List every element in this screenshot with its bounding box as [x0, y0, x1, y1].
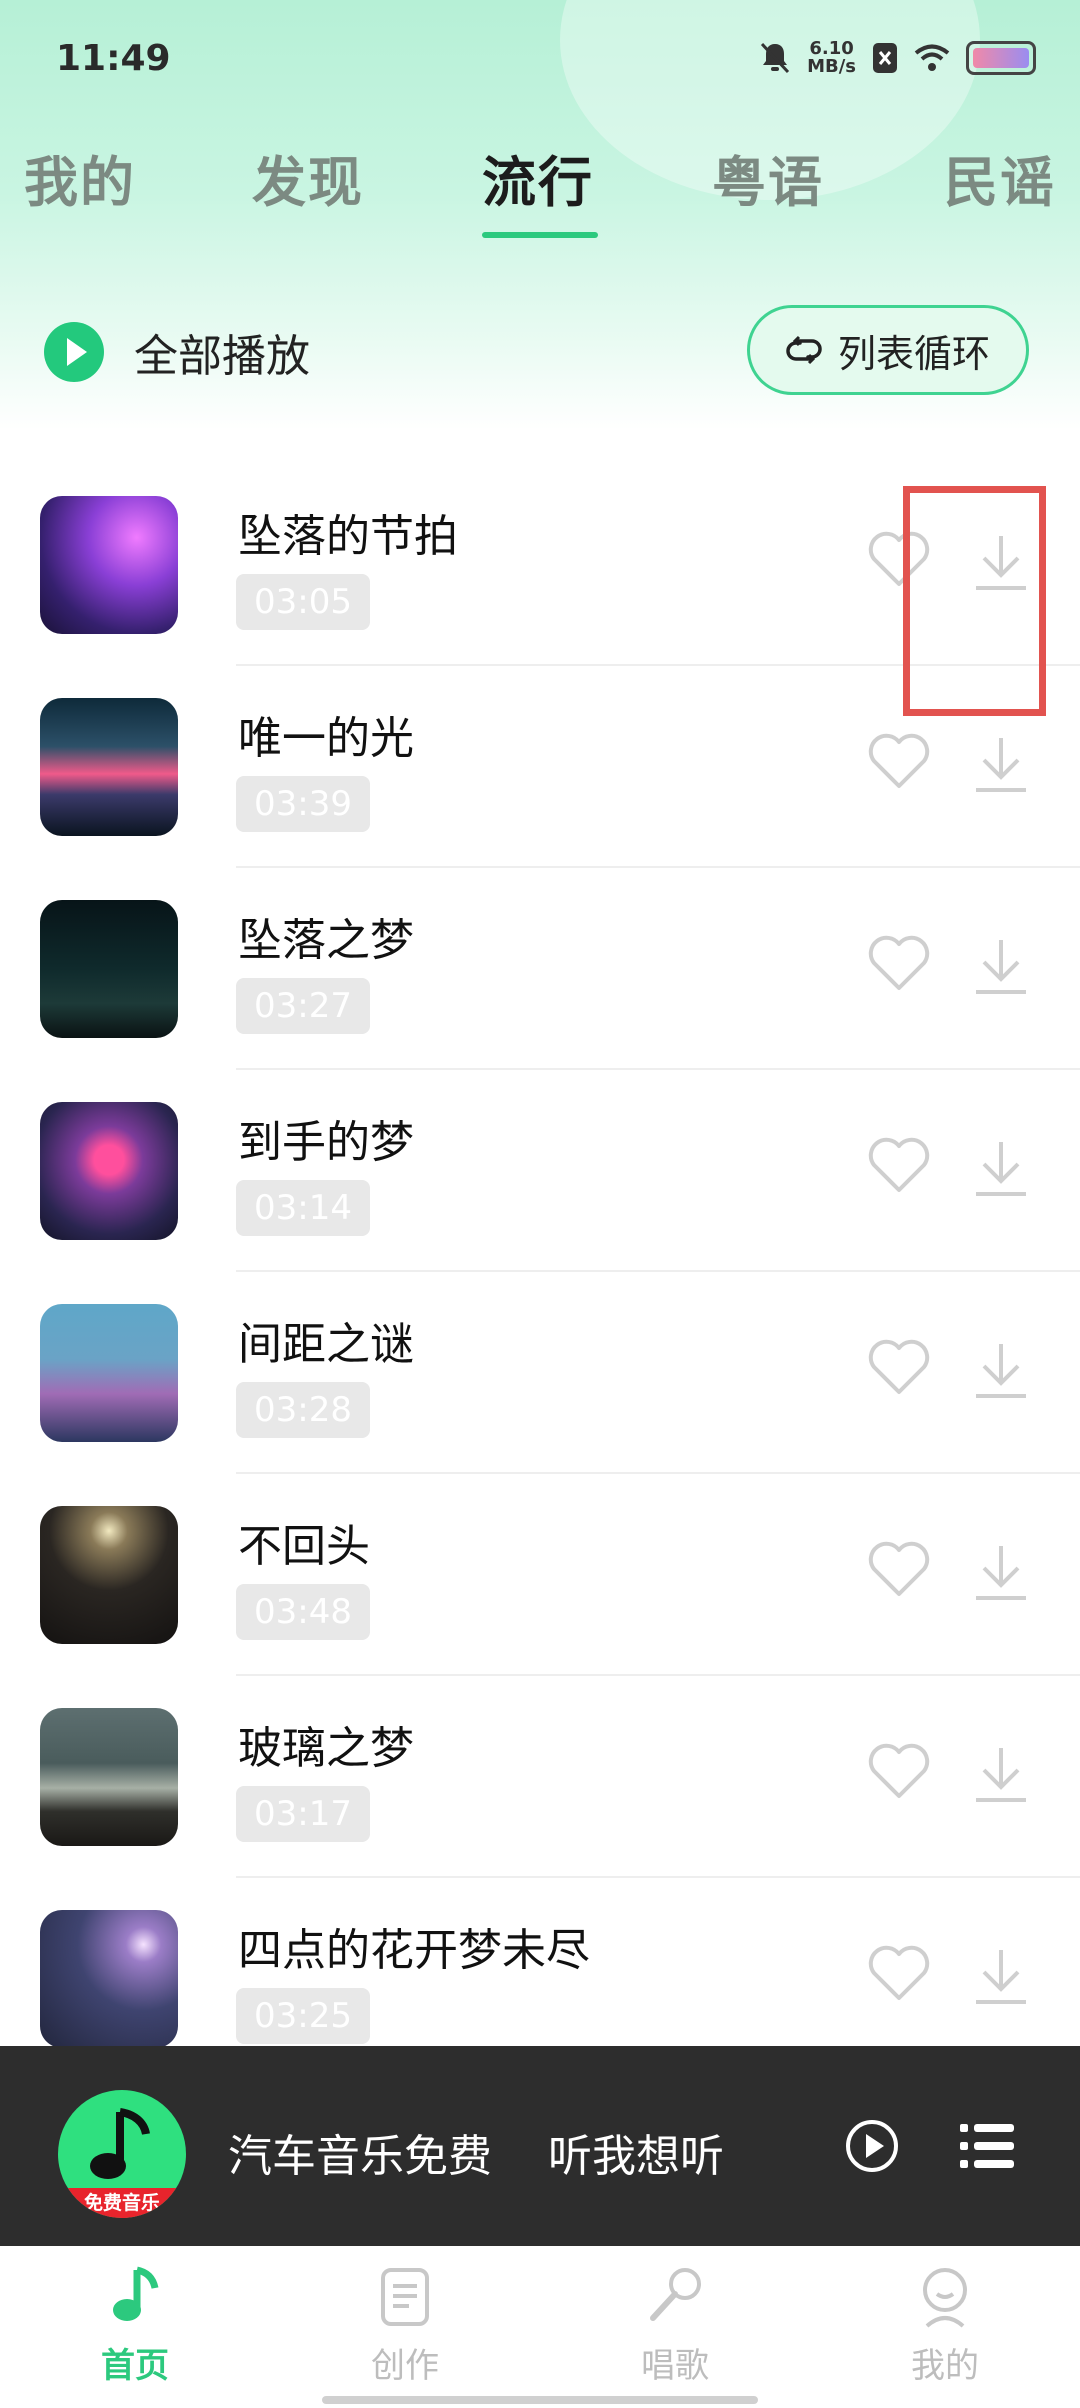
play-all-label: 全部播放 — [134, 331, 310, 382]
status-bar: 11:49 6.10 MB/s — [0, 0, 1080, 120]
nav-sing-label: 唱歌 — [641, 2346, 709, 2386]
loop-icon — [786, 335, 822, 365]
song-row[interactable]: 不回头 03:48 — [0, 1502, 1080, 1704]
album-cover — [40, 1506, 178, 1644]
song-duration: 03:27 — [236, 978, 370, 1034]
active-tab-indicator — [482, 232, 598, 238]
play-all-button[interactable]: 全部播放 — [44, 320, 310, 384]
download-icon[interactable] — [972, 936, 1030, 996]
heart-icon[interactable] — [868, 1540, 930, 1598]
song-row[interactable]: 间距之谜 03:28 — [0, 1300, 1080, 1502]
nav-home-label: 首页 — [101, 2346, 169, 2386]
loop-mode-button[interactable]: 列表循环 — [747, 305, 1029, 395]
wifi-icon — [914, 44, 950, 71]
row-divider — [236, 1876, 1080, 1878]
sim-off-icon — [873, 43, 897, 73]
download-icon[interactable] — [972, 1542, 1030, 1602]
mini-cover-badge: 免费音乐 — [58, 2188, 186, 2218]
bottom-navigation: 首页 创作 唱歌 我的 — [0, 2246, 1080, 2408]
nav-mine[interactable]: 我的 — [855, 2264, 1035, 2387]
song-row[interactable]: 到手的梦 03:14 — [0, 1098, 1080, 1300]
song-title: 到手的梦 — [238, 1117, 414, 1168]
status-time: 11:49 — [56, 38, 171, 79]
song-duration: 03:48 — [236, 1584, 370, 1640]
song-title: 唯一的光 — [238, 713, 414, 764]
loop-mode-label: 列表循环 — [837, 331, 990, 376]
nav-sing[interactable]: 唱歌 — [585, 2264, 765, 2387]
heart-icon[interactable] — [868, 732, 930, 790]
mute-bell-icon — [760, 42, 790, 74]
song-duration: 03:17 — [236, 1786, 370, 1842]
heart-icon[interactable] — [868, 1338, 930, 1396]
net-speed-unit: MB/s — [807, 56, 856, 77]
row-divider — [236, 1068, 1080, 1070]
download-icon[interactable] — [972, 1138, 1030, 1198]
document-icon — [381, 2268, 429, 2326]
song-title: 坠落之梦 — [238, 915, 414, 966]
tab-popular[interactable]: 流行 — [482, 138, 594, 217]
song-duration: 03:39 — [236, 776, 370, 832]
heart-icon[interactable] — [868, 1944, 930, 2002]
download-icon[interactable] — [972, 1340, 1030, 1400]
battery-icon — [966, 41, 1036, 75]
row-divider — [236, 1674, 1080, 1676]
tab-folk[interactable]: 民谣 — [944, 138, 1056, 217]
row-divider — [236, 1472, 1080, 1474]
download-icon[interactable] — [972, 734, 1030, 794]
song-duration: 03:05 — [236, 574, 370, 630]
microphone-icon — [650, 2268, 701, 2321]
music-note-icon — [113, 2266, 159, 2321]
song-title: 坠落的节拍 — [238, 511, 458, 562]
status-icons: 6.10 MB/s — [759, 40, 1036, 76]
row-divider — [236, 866, 1080, 868]
album-cover — [40, 1304, 178, 1442]
album-cover — [40, 1708, 178, 1846]
album-cover — [40, 496, 178, 634]
profile-icon — [923, 2268, 967, 2328]
highlight-box — [903, 486, 1046, 716]
mini-player[interactable]: 免费音乐 汽车音乐免费 听我想听 — [0, 2046, 1080, 2246]
row-divider — [236, 1270, 1080, 1272]
song-title: 间距之谜 — [238, 1319, 414, 1370]
download-icon[interactable] — [972, 1946, 1030, 2006]
heart-icon[interactable] — [868, 934, 930, 992]
nav-create[interactable]: 创作 — [315, 2264, 495, 2387]
heart-icon[interactable] — [868, 1136, 930, 1194]
song-row[interactable]: 唯一的光 03:39 — [0, 694, 1080, 896]
song-duration: 03:28 — [236, 1382, 370, 1438]
playlist-icon[interactable] — [960, 2120, 1014, 2172]
tab-cantonese[interactable]: 粤语 — [712, 138, 824, 217]
album-cover — [40, 900, 178, 1038]
song-title: 四点的花开梦未尽 — [238, 1925, 590, 1976]
list-toolbar: 全部播放 列表循环 — [0, 300, 1080, 410]
mini-player-title: 汽车音乐免费 听我想听 — [228, 2131, 724, 2182]
home-indicator — [322, 2396, 758, 2404]
song-row[interactable]: 玻璃之梦 03:17 — [0, 1704, 1080, 1906]
play-circle-icon[interactable] — [844, 2118, 900, 2174]
download-icon[interactable] — [972, 1744, 1030, 1804]
network-speed: 6.10 MB/s — [807, 40, 856, 76]
play-icon — [44, 322, 104, 382]
tab-discover[interactable]: 发现 — [252, 138, 364, 217]
song-duration: 03:25 — [236, 1988, 370, 2044]
tab-mine[interactable]: 我的 — [24, 138, 136, 217]
song-title: 玻璃之梦 — [238, 1723, 414, 1774]
song-duration: 03:14 — [236, 1180, 370, 1236]
album-cover — [40, 698, 178, 836]
nav-create-label: 创作 — [371, 2346, 439, 2386]
album-cover — [40, 1910, 178, 2048]
album-cover — [40, 1102, 178, 1240]
heart-icon[interactable] — [868, 1742, 930, 1800]
nav-home[interactable]: 首页 — [45, 2264, 225, 2387]
nav-mine-label: 我的 — [911, 2346, 979, 2386]
song-row[interactable]: 坠落之梦 03:27 — [0, 896, 1080, 1098]
song-title: 不回头 — [238, 1521, 370, 1572]
mini-player-cover: 免费音乐 — [58, 2090, 186, 2218]
